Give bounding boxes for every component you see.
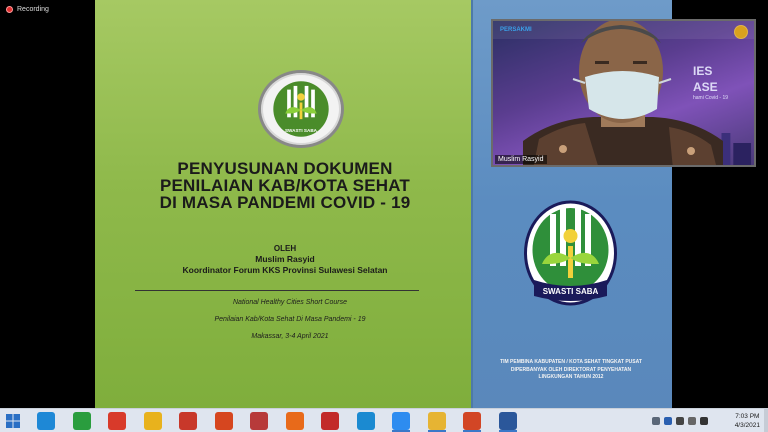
course-line: Makassar, 3-4 April 2021 [251,333,329,340]
internet-explorer-icon[interactable] [37,412,55,430]
word-icon[interactable] [499,412,517,430]
clock-time: 7:03 PM [735,413,760,420]
swasti-saba-big-logo: SWASTI SABA [524,200,617,306]
title-line: PENILAIAN KAB/KOTA SEHAT [159,176,411,195]
presenter-name: Muslim Rasyid [255,254,315,264]
clock-date: 4/3/2021 [734,422,760,429]
chevron-up-icon[interactable] [652,417,660,425]
recording-label: Recording [17,6,49,13]
slide-title: PENYUSUNAN DOKUMEN PENILAIAN KAB/KOTA SE… [135,160,435,211]
network-icon[interactable] [676,417,684,425]
system-tray: 7:03 PM 4/3/2021 [648,409,768,432]
course-line: National Healthy Cities Short Course [233,299,347,306]
powerpoint-icon[interactable] [463,412,481,430]
title-line: DI MASA PANDEMI COVID - 19 [159,193,411,212]
wifi-icon[interactable] [688,417,696,425]
swasti-saba-big-logo-text: SWASTI SABA [543,287,599,296]
app-red-box-icon[interactable] [179,412,197,430]
volume-icon[interactable] [700,417,708,425]
edge-icon[interactable] [357,412,375,430]
title-line: PENYUSUNAN DOKUMEN [177,159,393,178]
footer-line: TIM PEMBINA KABUPATEN / KOTA SEHAT TINGK… [500,359,642,365]
file-explorer-icon[interactable] [428,412,446,430]
footer-line: DIPERBANYAK OLEH DIREKTORAT PENYEHATAN [510,366,632,373]
swasti-saba-logo: SWASTI SABA [258,70,344,148]
system-clock[interactable]: 7:03 PM 4/3/2021 [735,412,760,430]
slide-divider [471,0,473,408]
app-mosaic-icon[interactable] [321,412,339,430]
recording-indicator: Recording [6,6,49,13]
app-red-square-icon[interactable] [250,412,268,430]
course-info: National Healthy Cities Short Course Pen… [155,299,425,350]
firefox-icon[interactable] [286,412,304,430]
divider-line [135,290,419,291]
chrome-icon[interactable] [144,412,162,430]
windows-taskbar: 7:03 PM 4/3/2021 [0,408,768,432]
course-line: Penilaian Kab/Kota Sehat Di Masa Pandemi… [214,316,366,323]
participant-person [523,21,723,165]
bluetooth-icon[interactable] [664,417,672,425]
app-triangle-icon[interactable] [215,412,233,430]
presenter-block: OLEH Muslim Rasyid Koordinator Forum KKS… [135,243,435,276]
app-red-circle-icon[interactable] [108,412,126,430]
presenter-role: Koordinator Forum KKS Provinsi Sulawesi … [182,265,388,275]
slide-footer-text: TIM PEMBINA KABUPATEN / KOTA SEHAT TINGK… [491,359,651,382]
show-desktop-button[interactable] [764,409,768,432]
participant-name-label: Muslim Rasyid [495,155,547,164]
participant-video-tile[interactable]: PERSAKMI IES ASE hami Covid - 19 Muslim … [491,19,756,167]
store-icon[interactable] [73,412,91,430]
emblem-icon [734,25,748,39]
windows-start-icon[interactable] [6,414,20,428]
by-label: OLEH [273,244,297,253]
swasti-saba-logo-text: SWASTI SABA [285,128,318,133]
zoom-icon[interactable] [392,412,410,430]
record-icon [6,6,13,13]
footer-line: LINGKUNGAN TAHUN 2012 [538,374,604,380]
